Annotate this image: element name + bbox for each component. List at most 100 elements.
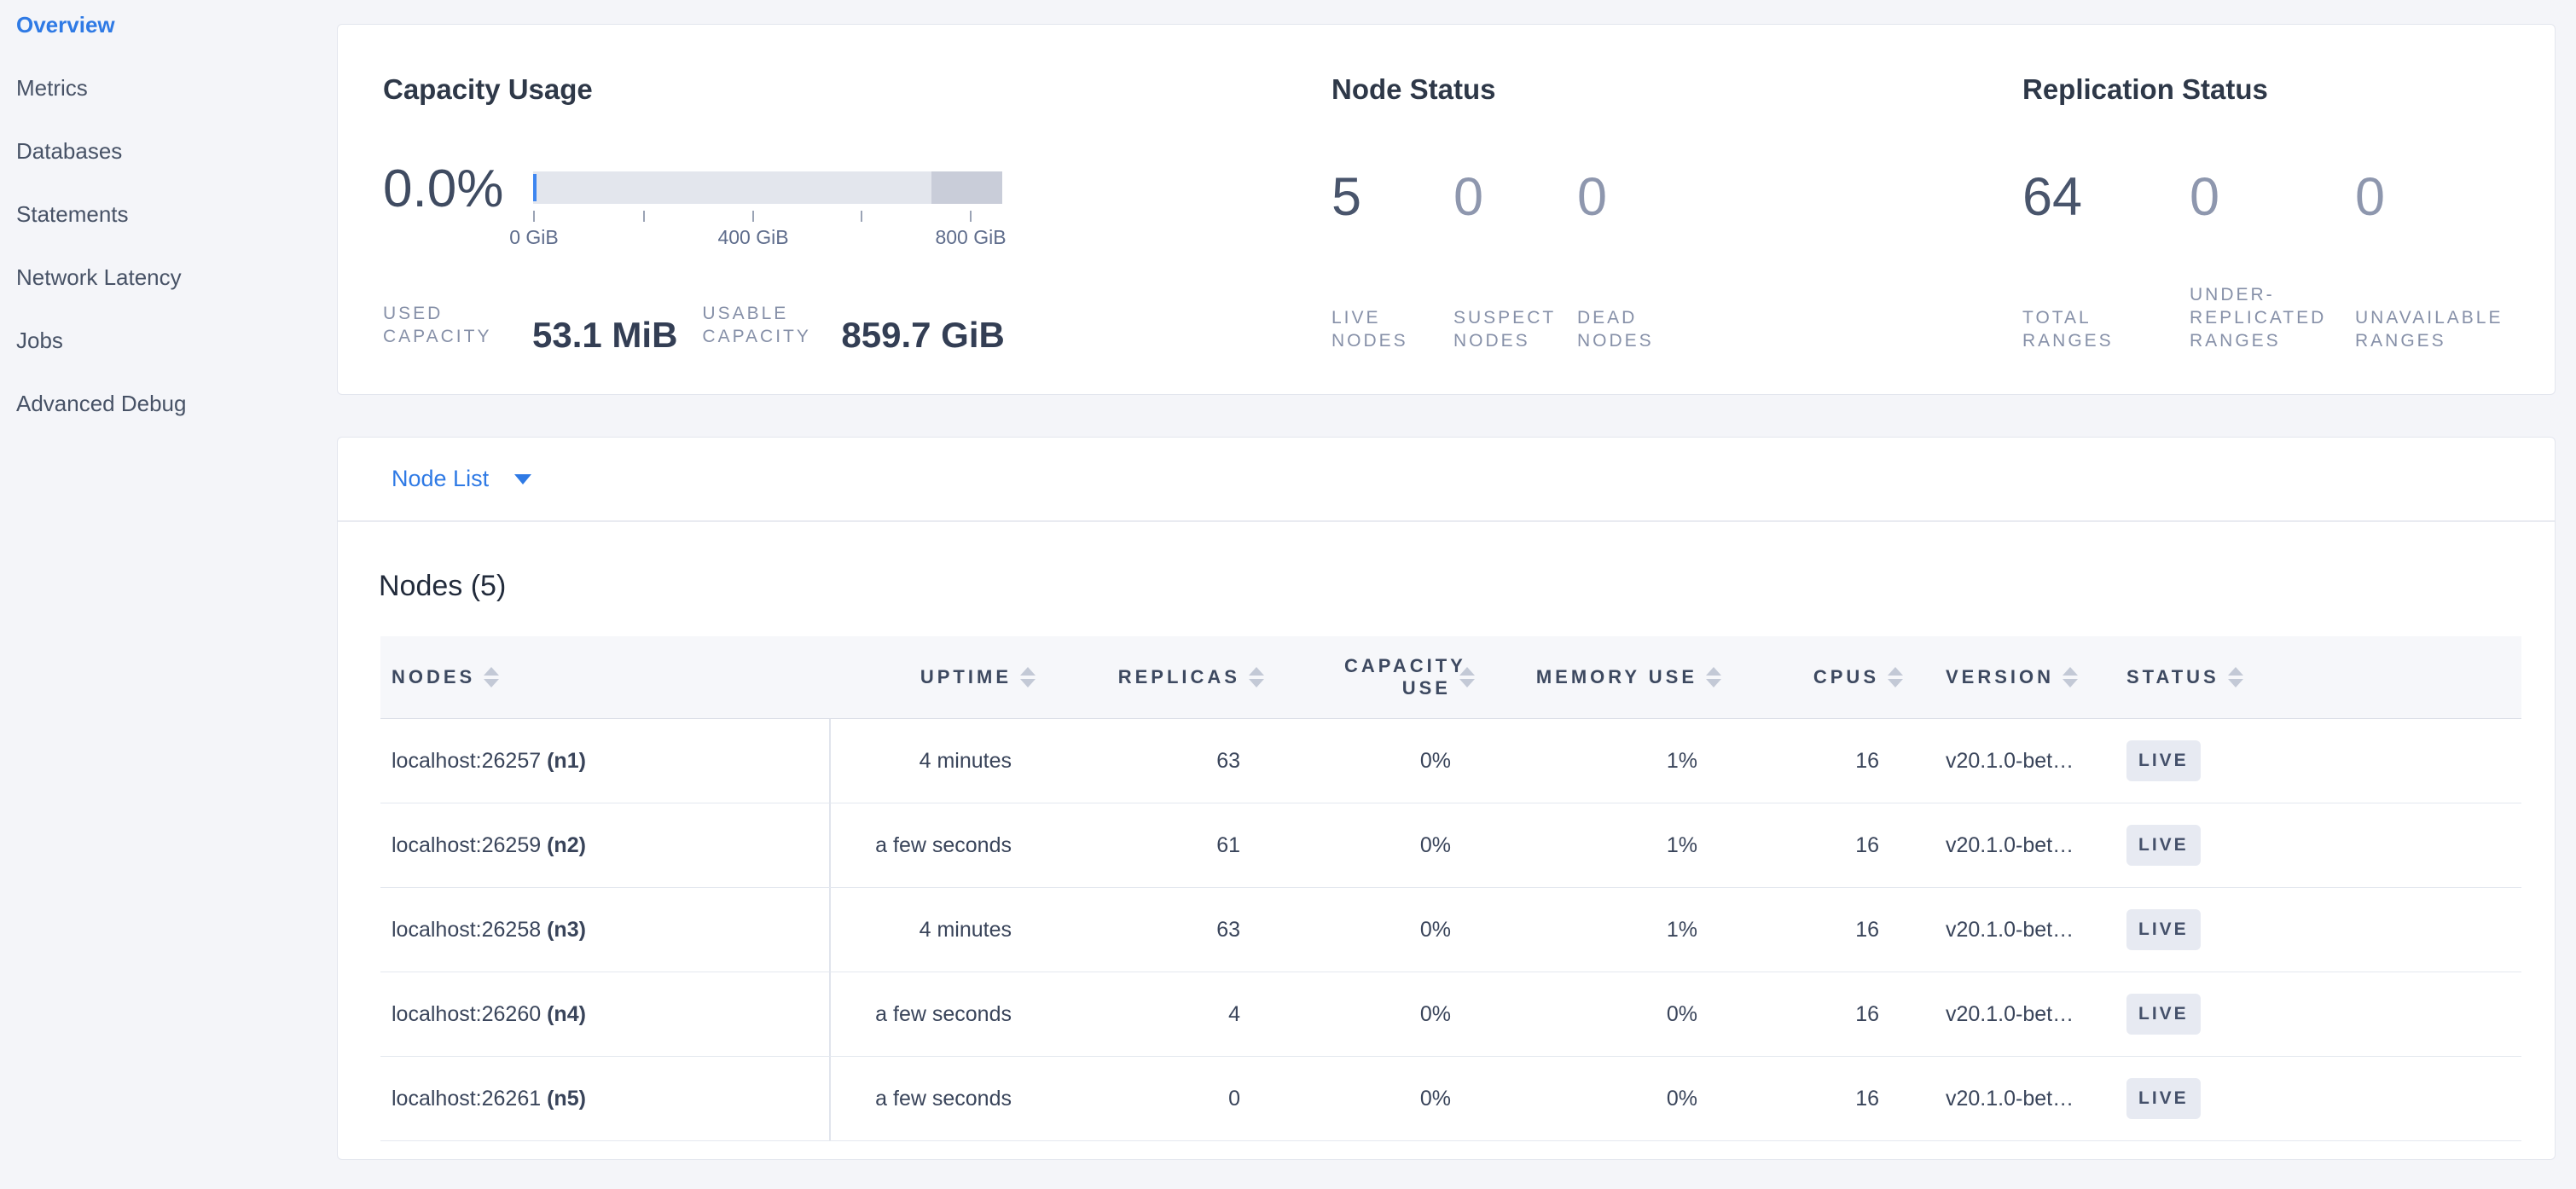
column-header-label: CPUS <box>1813 666 1879 688</box>
node-id: (n5) <box>547 1087 586 1111</box>
node-list-card: Node List Nodes (5) NODES UPTIME REPLICA… <box>337 437 2556 1160</box>
replicas-cell: 63 <box>1052 749 1280 774</box>
column-header-nodes[interactable]: NODES <box>380 666 831 688</box>
node-id: (n1) <box>547 749 586 774</box>
node-list-dropdown-label: Node List <box>392 466 489 492</box>
total-ranges-stat: 64 TOTAL RANGES <box>2022 170 2190 352</box>
total-ranges-value: 64 <box>2022 170 2190 224</box>
under-replicated-ranges-label: UNDER-REPLICATED RANGES <box>2190 283 2347 352</box>
uptime-cell: a few seconds <box>831 1087 1052 1111</box>
memory-cell: 1% <box>1491 918 1738 942</box>
dead-nodes-value: 0 <box>1577 170 1705 224</box>
column-header-version[interactable]: VERSION <box>1919 666 2108 688</box>
sidebar-item-databases[interactable]: Databases <box>0 119 337 183</box>
used-capacity-label: USED CAPACITY <box>383 302 502 348</box>
under-replicated-ranges-value: 0 <box>2190 170 2355 224</box>
axis-tick <box>533 211 535 222</box>
version-cell: v20.1.0-bet… <box>1919 833 2108 858</box>
replication-status-section: Replication Status 64 TOTAL RANGES 0 UND… <box>2022 25 2551 396</box>
dead-nodes-label: DEAD NODES <box>1577 306 1705 352</box>
column-header-label: VERSION <box>1946 666 2054 688</box>
capacity-usage-title: Capacity Usage <box>383 73 593 106</box>
sort-icon <box>2228 667 2243 687</box>
column-header-cpus[interactable]: CPUS <box>1738 666 1919 688</box>
unavailable-ranges-label: UNAVAILABLE RANGES <box>2355 306 2551 352</box>
capacity-cell: 0% <box>1280 918 1491 942</box>
sidebar-item-jobs[interactable]: Jobs <box>0 309 337 372</box>
node-list-dropdown[interactable]: Node List <box>338 438 2555 522</box>
node-status-title: Node Status <box>1332 73 1496 106</box>
replicas-cell: 63 <box>1052 918 1280 942</box>
capacity-cell: 0% <box>1280 1002 1491 1027</box>
node-status-section: Node Status 5 LIVE NODES 0 SUSPECT NODES… <box>1332 25 2022 396</box>
used-capacity-value: 53.1 MiB <box>532 317 677 353</box>
version-cell: v20.1.0-bet… <box>1919 1002 2108 1027</box>
axis-tick-label: 0 GiB <box>509 226 559 249</box>
capacity-usage-section: Capacity Usage 0.0% 0 GiB 400 GiB 800 Gi… <box>383 25 1330 396</box>
column-header-status[interactable]: STATUS <box>2108 666 2521 688</box>
sidebar-item-network-latency[interactable]: Network Latency <box>0 246 337 309</box>
capacity-bar-used-segment <box>533 174 537 201</box>
capacity-percent: 0.0% <box>383 163 503 216</box>
table-row-n2[interactable]: localhost:26259 (n2) a few seconds 61 0%… <box>380 803 2521 888</box>
status-badge: LIVE <box>2126 1078 2201 1119</box>
live-nodes-stat: 5 LIVE NODES <box>1332 170 1453 352</box>
sort-icon <box>1459 667 1475 687</box>
sidebar-nav: Overview Metrics Databases Statements Ne… <box>0 0 337 435</box>
nodes-table-header: NODES UPTIME REPLICAS CAPACITY USE MEMOR… <box>380 636 2521 719</box>
status-badge: LIVE <box>2126 825 2201 866</box>
table-row-n3[interactable]: localhost:26258 (n3) 4 minutes 63 0% 1% … <box>380 888 2521 972</box>
status-badge: LIVE <box>2126 909 2201 950</box>
axis-tick <box>643 211 645 222</box>
status-badge: LIVE <box>2126 740 2201 781</box>
memory-cell: 0% <box>1491 1002 1738 1027</box>
column-header-memory-use[interactable]: MEMORY USE <box>1491 666 1738 688</box>
column-header-label: UPTIME <box>920 666 1012 688</box>
sidebar-item-metrics[interactable]: Metrics <box>0 56 337 119</box>
cluster-summary-card: Capacity Usage 0.0% 0 GiB 400 GiB 800 Gi… <box>337 24 2556 395</box>
node-address: localhost:26257 <box>392 749 541 774</box>
node-name-cell: localhost:26257 (n1) <box>380 719 831 803</box>
capacity-cell: 0% <box>1280 833 1491 858</box>
axis-tick-label: 800 GiB <box>935 226 1006 249</box>
column-header-capacity-use[interactable]: CAPACITY USE <box>1280 655 1491 699</box>
usable-capacity-value: 859.7 GiB <box>841 317 1004 353</box>
sidebar-item-overview[interactable]: Overview <box>0 0 337 56</box>
live-nodes-value: 5 <box>1332 170 1453 224</box>
status-cell: LIVE <box>2108 825 2521 866</box>
axis-tick <box>861 211 862 222</box>
replicas-cell: 4 <box>1052 1002 1280 1027</box>
node-id: (n4) <box>547 1002 586 1027</box>
status-badge: LIVE <box>2126 994 2201 1035</box>
node-name-cell: localhost:26258 (n3) <box>380 888 831 972</box>
table-row-n5[interactable]: localhost:26261 (n5) a few seconds 0 0% … <box>380 1057 2521 1141</box>
cpus-cell: 16 <box>1738 749 1919 774</box>
live-nodes-label: LIVE NODES <box>1332 306 1453 352</box>
version-cell: v20.1.0-bet… <box>1919 749 2108 774</box>
column-header-uptime[interactable]: UPTIME <box>831 666 1052 688</box>
sidebar: Overview Metrics Databases Statements Ne… <box>0 0 337 1189</box>
table-row-n1[interactable]: localhost:26257 (n1) 4 minutes 63 0% 1% … <box>380 719 2521 803</box>
status-cell: LIVE <box>2108 909 2521 950</box>
replication-status-title: Replication Status <box>2022 73 2268 106</box>
column-header-label: REPLICAS <box>1118 666 1240 688</box>
replicas-cell: 61 <box>1052 833 1280 858</box>
sidebar-item-advanced-debug[interactable]: Advanced Debug <box>0 372 337 435</box>
unavailable-ranges-value: 0 <box>2355 170 2551 224</box>
column-header-label: MEMORY USE <box>1536 666 1697 688</box>
column-header-replicas[interactable]: REPLICAS <box>1052 666 1280 688</box>
dead-nodes-stat: 0 DEAD NODES <box>1577 170 1705 352</box>
node-address: localhost:26258 <box>392 918 541 942</box>
unavailable-ranges-stat: 0 UNAVAILABLE RANGES <box>2355 170 2551 352</box>
replication-stats: 64 TOTAL RANGES 0 UNDER-REPLICATED RANGE… <box>2022 170 2551 352</box>
node-name-cell: localhost:26261 (n5) <box>380 1057 831 1140</box>
capacity-bar <box>533 171 1002 204</box>
sidebar-item-statements[interactable]: Statements <box>0 183 337 246</box>
version-cell: v20.1.0-bet… <box>1919 918 2108 942</box>
capacity-cell: 0% <box>1280 749 1491 774</box>
nodes-section-title: Nodes (5) <box>379 570 2555 603</box>
table-row-n4[interactable]: localhost:26260 (n4) a few seconds 4 0% … <box>380 972 2521 1057</box>
cpus-cell: 16 <box>1738 833 1919 858</box>
memory-cell: 1% <box>1491 833 1738 858</box>
sort-icon <box>1020 667 1036 687</box>
